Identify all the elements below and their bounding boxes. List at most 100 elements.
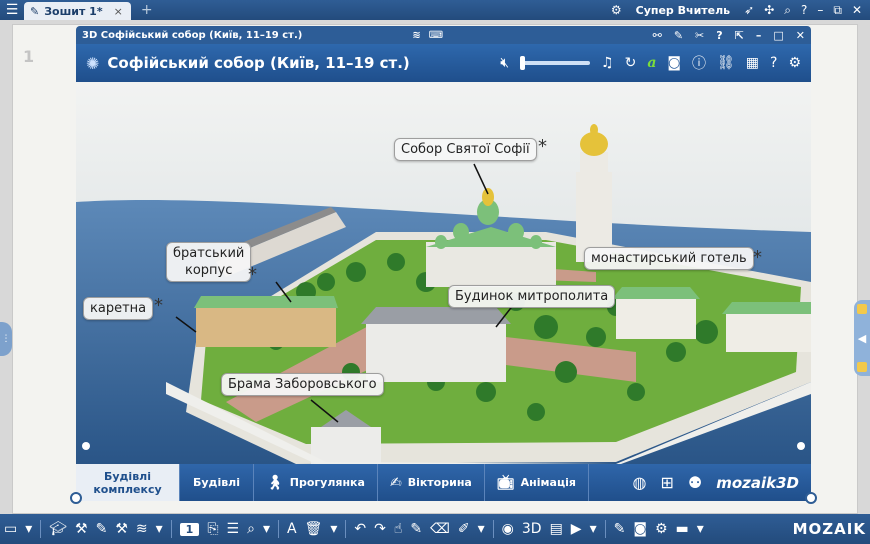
document-edit-icon[interactable]: ✎ (96, 521, 108, 537)
external-icon[interactable]: ⇱ (735, 29, 744, 42)
label-brama[interactable]: Брама Заборовського (221, 373, 384, 396)
dropdown-icon[interactable]: ▾ (330, 521, 337, 537)
tab-title: Зошит 1* (44, 4, 103, 18)
sticky-note-icon[interactable] (857, 362, 867, 372)
layers-icon[interactable]: ≋ (136, 521, 148, 537)
add-content-icon[interactable]: ⊞ (660, 473, 673, 492)
dropdown-icon[interactable]: ▾ (25, 521, 32, 537)
globe-icon[interactable]: ◍ (632, 473, 646, 492)
tools-icon[interactable]: ✂ (695, 29, 704, 42)
pen-icon[interactable]: ✎ (410, 521, 422, 537)
tab-animation[interactable]: 📺︎ Анімація (485, 464, 589, 501)
camera-icon[interactable]: ◙ (633, 521, 647, 537)
chevron-left-icon[interactable]: ◀ (858, 332, 866, 345)
note-icon[interactable] (857, 304, 867, 314)
label-bratsky[interactable]: братський корпус (166, 242, 252, 282)
label-hotel[interactable]: монастирський готель (584, 247, 754, 270)
apps-grid-icon[interactable]: ✣ (764, 3, 774, 17)
window-close-icon[interactable]: ✕ (796, 29, 805, 42)
camera-icon[interactable]: ◙ (667, 55, 681, 71)
settings-icon[interactable]: ⚙ (788, 55, 801, 71)
search-icon[interactable]: ⌕ (784, 3, 791, 18)
share-icon[interactable]: ⚯ (653, 29, 662, 42)
page-list-icon[interactable]: ☰ (227, 521, 240, 537)
help-icon[interactable]: ? (770, 55, 777, 71)
film-icon[interactable]: ▤ (550, 521, 563, 537)
brush-icon[interactable]: ✐ (458, 521, 470, 537)
dropdown-icon[interactable]: ▾ (263, 521, 270, 537)
window-maximize-icon[interactable]: □ (773, 29, 783, 42)
tab-notebook[interactable]: ✎ Зошит 1* × (24, 2, 131, 20)
media-icon[interactable]: ◉ (502, 521, 514, 537)
label-metropolit[interactable]: Будинок митрополита (448, 285, 616, 308)
tab-quiz[interactable]: ✍ Вікторина (378, 464, 485, 501)
trash-icon[interactable]: 🗑︎ (305, 521, 323, 537)
window-header: ✺ Софійський собор (Київ, 11–19 ст.) 🔇︎ … (76, 44, 811, 82)
board-icon[interactable]: ▬ (676, 521, 689, 537)
dropdown-icon[interactable]: ▾ (697, 521, 704, 537)
close-icon[interactable]: ✕ (852, 3, 862, 17)
tab-buildings-complex[interactable]: Будівлі комплексу (76, 464, 180, 501)
separator (604, 520, 606, 538)
edit-shape-icon[interactable]: ✎ (614, 521, 626, 537)
info-icon[interactable]: ⓘ (692, 53, 706, 73)
eraser-icon[interactable]: ⌫ (430, 521, 450, 537)
label-sobor[interactable]: Собор Святої Софії (394, 138, 537, 161)
reset-icon[interactable]: ↻ (625, 55, 637, 71)
help-icon[interactable]: ? (801, 3, 807, 17)
hamburger-menu-icon[interactable]: ☰ (0, 0, 24, 20)
resize-handle-bl[interactable] (70, 492, 82, 504)
rocket-icon[interactable]: ➶ (744, 3, 754, 17)
window-help-icon[interactable]: ? (716, 29, 722, 42)
edit-icon[interactable]: ✎ (674, 29, 683, 42)
page-indicator[interactable]: 1 (179, 522, 200, 536)
zoom-icon[interactable]: ⌕ (247, 521, 255, 537)
dropdown-icon[interactable]: ▾ (156, 521, 163, 537)
tab-buildings[interactable]: Будівлі (180, 464, 254, 501)
dropdown-icon[interactable]: ▾ (478, 521, 485, 537)
hammer-icon[interactable]: ⚒ (115, 521, 128, 537)
walk-icon: 🚶︎ (266, 474, 284, 491)
label-sobor-star: * (538, 136, 547, 157)
redo-icon[interactable]: ↷ (374, 521, 386, 537)
text-tool-icon[interactable]: A (287, 521, 297, 537)
graduation-cap-icon[interactable]: 🎓︎ (49, 521, 67, 537)
mozaik-brand: MOZAIK (792, 520, 866, 538)
label-karetna[interactable]: каретна (83, 297, 154, 320)
link-icon[interactable]: ⛓ (717, 55, 735, 71)
label-bratsky-star: * (248, 264, 257, 285)
tab-buildings-label: Будівлі (193, 476, 240, 489)
label-bratsky-line2: корпус (184, 263, 233, 278)
pointer-icon[interactable]: ☝ (394, 521, 403, 537)
layout-icon[interactable]: ▦ (746, 55, 759, 71)
left-panel-handle[interactable]: ⋮ (0, 322, 12, 356)
new-page-icon[interactable]: ⎘ (207, 521, 218, 537)
add-user-icon[interactable]: ⚉ (688, 473, 702, 492)
3d-icon[interactable]: 3D (522, 521, 542, 537)
resize-handle-br[interactable] (805, 492, 817, 504)
tab-walk[interactable]: 🚶︎ Прогулянка (254, 464, 378, 501)
volume-knob[interactable] (520, 56, 526, 70)
mute-icon[interactable]: 🔇︎ (500, 55, 509, 71)
scene-title: Софійський собор (Київ, 11–19 ст.) (107, 54, 410, 72)
add-tab-button[interactable]: + (141, 2, 153, 18)
music-icon[interactable]: ♫ (601, 55, 614, 71)
wifi-icon: ≋ (412, 29, 421, 41)
screen-icon[interactable]: ▭ (4, 521, 17, 537)
window-minimize-icon[interactable]: – (756, 29, 762, 42)
restore-icon[interactable]: ⧉ (833, 3, 842, 18)
settings-gear-icon[interactable]: ⚙ (611, 3, 622, 17)
separator (492, 520, 494, 538)
user-name[interactable]: Супер Вчитель (636, 4, 731, 17)
right-panel-handle[interactable]: ◀ (854, 300, 870, 376)
tab-close-icon[interactable]: × (114, 5, 123, 18)
volume-slider[interactable] (520, 56, 591, 70)
minimize-icon[interactable]: – (817, 3, 823, 17)
tools-icon[interactable]: ⚒ (75, 521, 88, 537)
dropdown-icon[interactable]: ▾ (590, 521, 597, 537)
play-icon[interactable]: ▶ (571, 521, 582, 537)
undo-icon[interactable]: ↶ (354, 521, 366, 537)
3d-viewport[interactable]: Собор Святої Софії * братський корпус * … (76, 82, 811, 464)
settings-icon[interactable]: ⚙ (655, 521, 668, 537)
text-toggle-icon[interactable]: a (647, 55, 656, 71)
